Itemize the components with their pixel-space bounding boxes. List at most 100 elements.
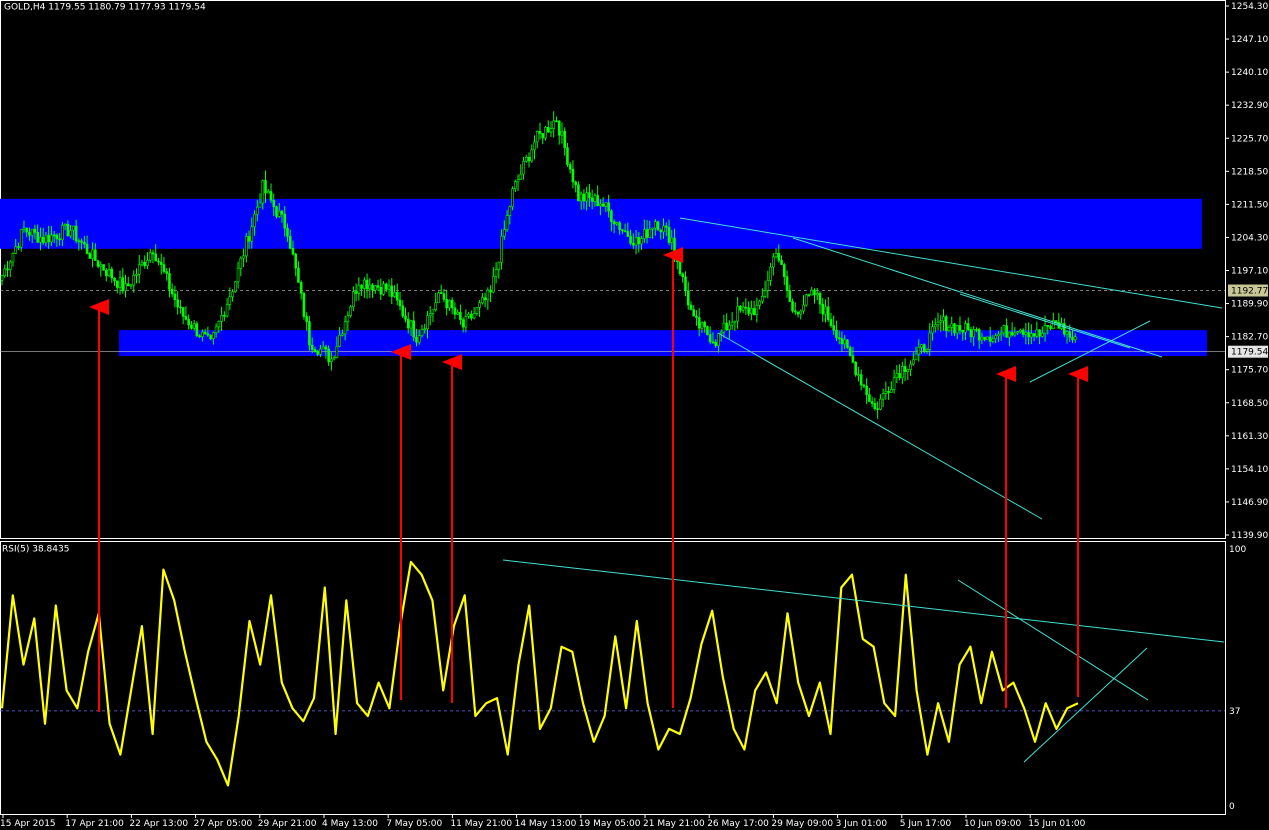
candle-body	[922, 344, 926, 352]
candle-body	[977, 329, 981, 341]
candle-body	[1010, 331, 1014, 336]
candle-body	[299, 282, 303, 294]
candle-body	[184, 315, 188, 320]
candle-body	[744, 306, 748, 309]
candle-body	[398, 299, 402, 307]
rsi-series	[0, 560, 1225, 787]
candle-body	[494, 269, 498, 277]
candle-body	[788, 290, 792, 302]
candle-body	[527, 156, 531, 162]
candle-body	[777, 253, 781, 261]
candle-body	[535, 131, 539, 143]
candle-body	[195, 323, 199, 336]
candle-body	[412, 320, 416, 338]
candle-body	[815, 293, 819, 296]
time-tick-label: 19 May 05:00	[579, 819, 641, 829]
candle-body	[944, 316, 948, 332]
candle-body	[782, 264, 786, 277]
candle-body	[456, 312, 459, 315]
candle-body	[434, 302, 437, 311]
trendline-2	[717, 332, 1043, 520]
candle-body	[607, 202, 610, 212]
candle-body	[513, 181, 517, 189]
candle-body	[950, 323, 954, 328]
candle-body	[552, 120, 556, 129]
candle-body	[994, 335, 997, 340]
candle-body	[618, 222, 621, 230]
candle-body	[409, 320, 413, 329]
candle-body	[313, 349, 317, 352]
candle-body	[349, 306, 352, 316]
rsi-line	[0, 560, 1079, 787]
candle-body	[417, 335, 421, 343]
candle-body	[110, 268, 114, 279]
candle-body	[384, 283, 388, 290]
candle-body	[544, 127, 547, 139]
candle-body	[459, 312, 462, 321]
candle-body	[758, 300, 761, 306]
candle-body	[873, 403, 877, 409]
candle-body	[220, 315, 223, 322]
candle-body	[796, 311, 800, 315]
candle-body	[722, 322, 726, 333]
candle-body	[283, 213, 287, 229]
time-tick-label: 4 May 13:00	[322, 819, 378, 829]
candle-body	[212, 332, 215, 339]
candle-body	[511, 188, 514, 207]
candle-body	[363, 279, 366, 289]
candle-body	[107, 268, 111, 277]
candle-body	[596, 195, 599, 207]
candle-body	[302, 292, 306, 317]
candle-body	[157, 260, 160, 263]
candle-body	[159, 261, 163, 265]
time-tick-label: 15 Jun 01:00	[1028, 819, 1085, 829]
candle-body	[1041, 332, 1044, 337]
candle-body	[360, 284, 363, 289]
candle-body	[868, 394, 871, 402]
candle-body	[69, 229, 72, 237]
candle-body	[848, 347, 852, 357]
candle-body	[0, 275, 4, 281]
candle-body	[332, 357, 336, 360]
candle-body	[653, 221, 657, 229]
time-tick-label: 17 Apr 21:00	[65, 819, 124, 829]
candle-body	[368, 284, 372, 290]
rsi-header: RSI(5) 38.8435	[2, 545, 69, 555]
time-tick-label: 5 Jun 17:00	[900, 819, 952, 829]
candle-body	[352, 291, 355, 308]
candle-body	[1008, 331, 1011, 338]
time-tick-label: 11 May 21:00	[450, 819, 512, 829]
candle-body	[895, 373, 899, 378]
price-tick-label: 1189.90	[1231, 300, 1268, 310]
time-tick-label: 15 Apr 2015	[0, 819, 56, 829]
trendline-7	[1023, 647, 1148, 763]
candle-body	[483, 297, 487, 301]
candle-body	[972, 329, 975, 338]
candle-body	[11, 253, 15, 263]
candle-body	[524, 156, 528, 162]
candle-body	[478, 302, 481, 308]
candle-body	[437, 292, 440, 304]
candle-body	[969, 329, 973, 338]
candle-body	[387, 285, 391, 290]
time-tick-label: 29 May 09:00	[771, 819, 833, 829]
zone-0	[0, 198, 1202, 249]
candle-body	[590, 197, 594, 202]
candle-body	[269, 191, 273, 201]
candle-body	[1024, 332, 1028, 335]
candle-body	[714, 341, 717, 347]
candle-body	[884, 391, 888, 394]
candle-body	[1068, 331, 1072, 338]
candle-body	[588, 192, 591, 199]
candle-body	[140, 261, 144, 266]
candle-body	[395, 292, 399, 301]
candle-body	[371, 284, 374, 291]
candle-body	[906, 369, 910, 372]
rsi-axis: 100 37 0	[1229, 545, 1246, 812]
candle-body	[1030, 333, 1033, 338]
trendlines	[502, 217, 1225, 763]
candle-body	[3, 268, 7, 277]
candle-body	[953, 323, 956, 334]
candlestick-series	[0, 111, 1077, 419]
candle-body	[700, 321, 704, 329]
